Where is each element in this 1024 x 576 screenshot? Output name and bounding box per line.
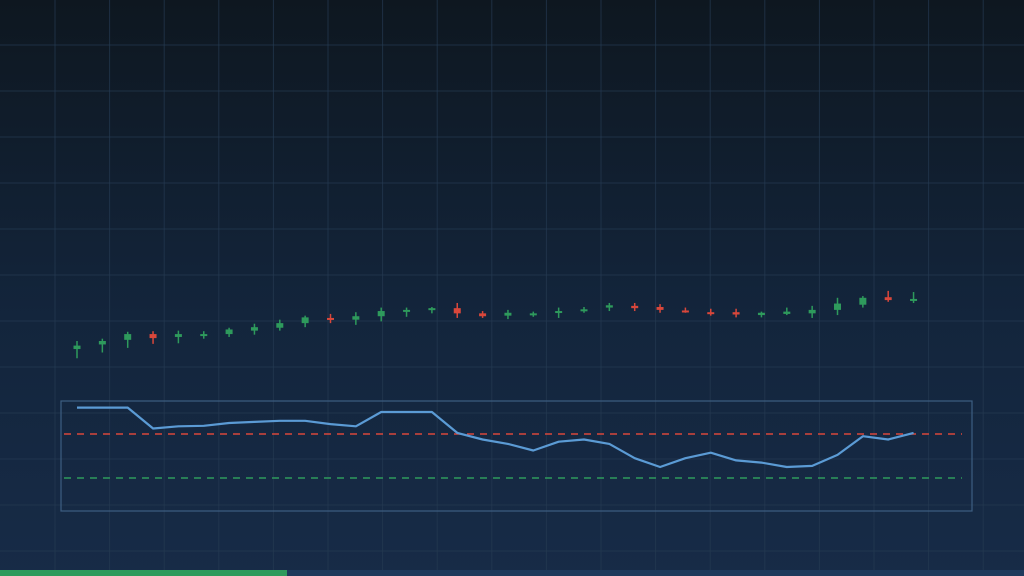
candle-up	[352, 312, 360, 325]
candle-up	[174, 330, 182, 344]
candle-body	[681, 310, 689, 313]
candle-down	[707, 308, 715, 316]
candle-body	[631, 305, 639, 309]
candle-up	[428, 307, 436, 314]
candle-up	[301, 315, 309, 328]
candle-body	[352, 316, 360, 320]
candle-body	[656, 307, 664, 310]
candle-down	[884, 290, 892, 302]
candle-body	[834, 303, 841, 310]
candle-up	[555, 307, 563, 318]
rsi-panel	[60, 400, 973, 512]
candle-down	[732, 308, 740, 318]
candle-body	[327, 317, 334, 320]
candle-body	[884, 297, 892, 301]
candle-body	[428, 308, 436, 311]
candle-up	[859, 296, 867, 308]
candle-up	[757, 311, 765, 318]
candle-body	[98, 340, 106, 345]
price-panel	[73, 290, 918, 359]
candle-down	[479, 311, 487, 318]
chart-svg	[0, 0, 1024, 576]
grid	[0, 0, 1024, 576]
candle-body	[808, 309, 816, 314]
candle-up	[200, 331, 208, 339]
candle-body	[529, 313, 537, 316]
candle-body	[200, 334, 208, 337]
candle-body	[453, 308, 461, 314]
candle-body	[149, 334, 157, 339]
candle-up	[73, 340, 81, 359]
rsi-line	[77, 406, 914, 469]
candle-up	[504, 309, 512, 320]
candle-body	[732, 312, 740, 315]
candle-body	[403, 309, 411, 312]
candle-body	[377, 311, 385, 317]
candle-body	[757, 312, 765, 316]
candle-up	[910, 292, 918, 303]
candle-body	[783, 311, 791, 314]
candle-body	[707, 312, 715, 315]
progress-bar	[0, 570, 1024, 576]
candle-down	[149, 331, 157, 344]
candle-body	[555, 311, 563, 314]
progress-fill	[0, 570, 287, 576]
candle-body	[479, 313, 487, 317]
candle-body	[174, 334, 182, 337]
candle-up	[808, 305, 816, 318]
candle-down	[681, 307, 689, 313]
candle-body	[124, 334, 132, 340]
candle-body	[580, 309, 588, 312]
candle-down	[656, 304, 664, 313]
candle-up	[605, 302, 613, 312]
candle-up	[403, 307, 411, 317]
candle-down	[453, 302, 461, 318]
candle-up	[783, 307, 791, 316]
candle-body	[225, 329, 233, 335]
candle-up	[834, 297, 841, 316]
candle-body	[859, 297, 867, 305]
candle-down	[631, 302, 639, 312]
chart-area	[0, 0, 1024, 576]
candle-up	[580, 307, 588, 313]
candle-body	[910, 298, 918, 301]
candle-body	[73, 345, 81, 350]
candle-body	[605, 305, 613, 308]
candle-up	[529, 311, 537, 317]
candle-up	[98, 338, 106, 353]
candle-up	[250, 323, 258, 335]
candle-body	[301, 317, 309, 324]
candle-body	[504, 312, 512, 316]
candle-up	[124, 331, 132, 348]
candle-body	[250, 327, 258, 331]
candle-body	[276, 323, 284, 328]
candle-up	[377, 307, 385, 322]
candle-up	[225, 327, 233, 337]
